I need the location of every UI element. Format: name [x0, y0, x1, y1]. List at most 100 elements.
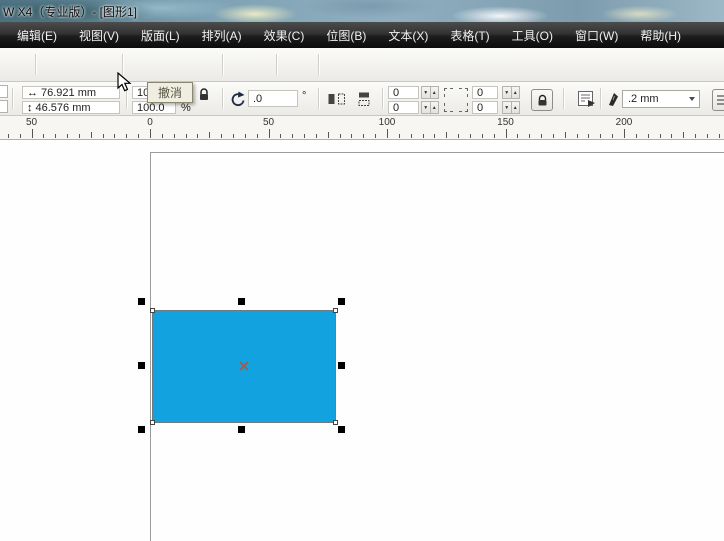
menu-item[interactable]: 效果(C)	[253, 23, 316, 48]
rectangle-corner-node[interactable]	[150, 308, 155, 313]
scale-lock-button[interactable]	[196, 86, 212, 101]
object-center-marker[interactable]	[239, 361, 249, 371]
selection-handle[interactable]	[138, 298, 145, 305]
height-icon: ↕	[27, 101, 33, 114]
menu-item[interactable]: 表格(T)	[439, 23, 500, 48]
lock-icon	[200, 87, 208, 100]
ruler-tick	[173, 134, 175, 138]
edit-corners-together-button[interactable]	[531, 89, 553, 111]
selection-handle[interactable]	[338, 298, 345, 305]
menu-item[interactable]: 排列(A)	[191, 23, 253, 48]
object-x-field[interactable]	[0, 85, 8, 98]
ruler-label: 50	[262, 117, 275, 128]
window-title: W X4（专业版）- [图形1]	[3, 5, 138, 19]
ruler-tick	[387, 129, 388, 138]
object-height-field[interactable]: ↕ 46.576 mm	[22, 101, 120, 114]
corner-radius-br-value: 0	[477, 101, 484, 114]
menu-bar: 编辑(E) 视图(V) 版面(L) 排列(A) 效果(C) 位图(B) 文本(X) 表格(T)…	[0, 22, 724, 48]
pen-nib-icon	[608, 92, 618, 106]
text-wrap-icon	[577, 90, 595, 107]
ruler-tick	[138, 134, 140, 138]
menu-item[interactable]: 帮助(H)	[629, 23, 692, 48]
ruler-tick	[612, 134, 614, 138]
corner-tl-spinner[interactable]: ▼ ▲	[421, 86, 439, 99]
corner-radius-bl-value: 0	[393, 101, 400, 114]
menu-item[interactable]: 工具(O)	[501, 23, 564, 48]
undo-tooltip: 撤消	[147, 82, 193, 103]
clipped-right-button[interactable]	[712, 89, 724, 111]
outline-width-combo[interactable]: .2 mm	[622, 90, 700, 108]
ruler-tick	[683, 132, 685, 138]
rotation-tool-icon	[227, 90, 245, 108]
ruler-tick	[695, 134, 697, 138]
mirror-vertical-button[interactable]	[354, 91, 374, 107]
menu-item[interactable]: 版面(L)	[130, 23, 191, 48]
standard-toolbar: ✂	[0, 48, 724, 125]
rotation-angle-value: .0	[253, 92, 263, 105]
ruler-tick	[292, 134, 294, 138]
rotation-unit-label: °	[302, 90, 307, 102]
ruler-tick	[529, 134, 531, 138]
selection-handle[interactable]	[238, 298, 245, 305]
scale-v-value: 100.0	[137, 101, 165, 114]
ruler-label: 100	[378, 117, 396, 128]
corner-radius-tl-field[interactable]: 0	[388, 86, 419, 99]
rotation-angle-field[interactable]: .0	[248, 90, 298, 107]
selection-handle[interactable]	[338, 426, 345, 433]
outline-combo-caret[interactable]	[689, 97, 695, 101]
corner-mark-bottom-left-icon	[444, 103, 453, 112]
ruler-tick	[67, 134, 69, 138]
ruler-tick	[671, 134, 673, 138]
ruler-tick	[647, 134, 649, 138]
ruler-tick	[458, 134, 460, 138]
ruler-tick	[256, 134, 258, 138]
ruler-tick	[410, 134, 412, 138]
title-bar: W X4（专业版）- [图形1]	[0, 0, 724, 23]
selection-handle[interactable]	[138, 426, 145, 433]
ruler-tick	[541, 134, 543, 138]
corner-radius-bl-field[interactable]: 0	[388, 101, 419, 114]
rectangle-corner-node[interactable]	[150, 420, 155, 425]
property-bar: ↔ 76.921 mm ↕ 46.576 mm 100 100.0 % .0 °	[0, 82, 724, 116]
corner-bl-spinner[interactable]: ▼ ▲	[421, 101, 439, 114]
ruler-tick	[268, 129, 270, 138]
ruler-label: 200	[615, 117, 633, 128]
object-width-field[interactable]: ↔ 76.921 mm	[22, 86, 120, 99]
rectangle-corner-node[interactable]	[333, 420, 338, 425]
selection-handle[interactable]	[338, 362, 345, 369]
corner-mark-top-right-icon	[459, 88, 468, 97]
ruler-label: 50	[25, 117, 38, 128]
selection-handle[interactable]	[138, 362, 145, 369]
menu-item[interactable]: 文本(X)	[377, 23, 439, 48]
ruler-tick	[327, 132, 329, 138]
text-wrap-button[interactable]	[574, 89, 598, 109]
ruler-tick	[635, 134, 637, 138]
ruler-tick	[469, 134, 471, 138]
corner-tr-spinner[interactable]: ▼ ▲	[502, 86, 520, 99]
ruler-tick	[315, 134, 317, 138]
menu-item[interactable]: 编辑(E)	[6, 23, 68, 48]
object-y-field[interactable]	[0, 100, 8, 113]
menu-item[interactable]: 位图(B)	[315, 23, 377, 48]
ruler-tick	[576, 134, 578, 138]
app-window: { "window": { "title": "W X4（专业版）- [图形1]…	[0, 0, 724, 541]
corner-br-spinner[interactable]: ▼ ▲	[502, 101, 520, 114]
ruler-tick	[102, 134, 104, 138]
ruler-tick	[339, 134, 341, 138]
object-height-value: 46.576 mm	[35, 101, 91, 114]
corner-radius-tr-field[interactable]: 0	[472, 86, 498, 99]
ruler-tick	[446, 132, 448, 138]
ruler-tick	[588, 134, 590, 138]
menu-item[interactable]: 窗口(W)	[564, 23, 629, 48]
rotate-arrow-icon	[231, 91, 244, 106]
ruler-tick	[624, 129, 625, 138]
ruler-tick	[552, 134, 554, 138]
mirror-horizontal-button[interactable]	[326, 91, 346, 107]
menu-item[interactable]: 视图(V)	[68, 23, 130, 48]
ruler-tick	[706, 134, 708, 138]
rectangle-corner-node[interactable]	[333, 308, 338, 313]
corner-radius-br-field[interactable]: 0	[472, 101, 498, 114]
drawing-canvas[interactable]	[0, 140, 724, 541]
selection-handle[interactable]	[238, 426, 245, 433]
ruler-label: 150	[497, 117, 514, 128]
